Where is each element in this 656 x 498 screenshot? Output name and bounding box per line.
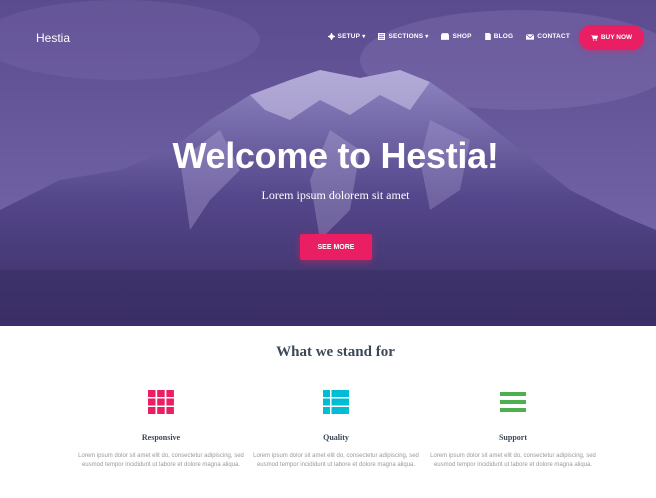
hero-section: Hestia SETUP ▾ SECTIONS ▾ SHOP BLOG CONT… <box>0 0 656 326</box>
feature-title: Support <box>498 433 527 442</box>
feature-responsive: Responsive Lorem ipsum dolor sit amet el… <box>76 390 246 469</box>
section-title: What we stand for <box>276 344 395 360</box>
shop-icon <box>441 33 450 40</box>
nav-item-label: SETUP <box>337 33 361 40</box>
blog-icon <box>484 33 491 40</box>
feature-description: Lorem ipsum dolor sit amet elit do, cons… <box>430 453 596 468</box>
feature-quality: Quality Lorem ipsum dolor sit amet elit … <box>251 390 421 469</box>
feature-description: Lorem ipsum dolor sit amet elit do, cons… <box>78 453 244 468</box>
chevron-down-icon: ▾ <box>425 34 429 40</box>
nav-item-label: SHOP <box>452 33 472 40</box>
see-more-button[interactable]: SEE MORE <box>300 234 372 260</box>
sections-icon <box>378 33 386 40</box>
nav-item-label: BLOG <box>493 33 514 40</box>
feature-title: Quality <box>323 433 349 442</box>
gear-icon <box>327 33 335 40</box>
feature-description: Lorem ipsum dolor sit amet elit do, cons… <box>253 453 419 468</box>
menu-icon <box>428 390 598 416</box>
nav-item-label: CONTACT <box>537 33 570 40</box>
list-icon <box>251 390 421 416</box>
nav-item-setup[interactable]: SETUP ▾ <box>327 33 366 40</box>
top-navigation: Hestia SETUP ▾ SECTIONS ▾ SHOP BLOG CONT… <box>0 0 656 76</box>
brand-logo[interactable]: Hestia <box>36 31 70 45</box>
nav-menu: SETUP ▾ SECTIONS ▾ SHOP BLOG CONTACT <box>315 33 570 40</box>
cart-icon <box>590 34 598 41</box>
nav-item-shop[interactable]: SHOP <box>441 33 472 40</box>
hero-subtitle: Lorem ipsum dolorem sit amet <box>261 188 410 202</box>
chevron-down-icon: ▾ <box>362 34 366 40</box>
mail-icon <box>526 33 535 40</box>
feature-support: Support Lorem ipsum dolor sit amet elit … <box>428 390 598 469</box>
hero-title: Welcome to Hestia! <box>172 135 499 176</box>
feature-title: Responsive <box>141 433 181 442</box>
buy-now-label: BUY NOW <box>600 34 633 41</box>
nav-item-label: SECTIONS <box>388 33 424 40</box>
nav-item-sections[interactable]: SECTIONS ▾ <box>378 33 428 40</box>
buy-now-button[interactable]: BUY NOW <box>579 25 644 50</box>
nav-item-contact[interactable]: CONTACT <box>526 33 570 40</box>
nav-item-blog[interactable]: BLOG <box>484 33 514 40</box>
grid-icon <box>76 390 246 416</box>
